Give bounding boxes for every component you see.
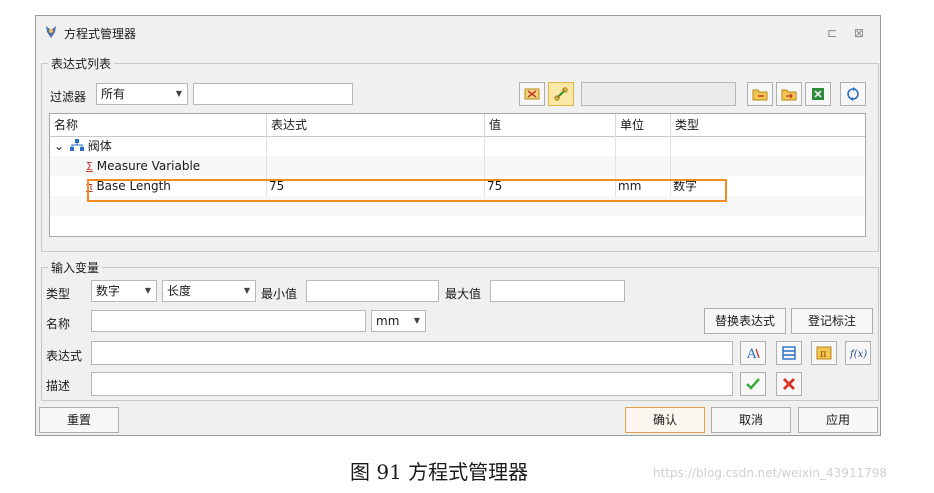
import-folder-icon[interactable]	[747, 82, 773, 106]
expression-table: 名称 表达式 值 单位 类型 ⌄ 阀体 Σ Measure Variable π…	[49, 113, 866, 237]
column-unit[interactable]: 单位	[616, 114, 671, 136]
filter-value: 所有	[101, 87, 126, 101]
svg-text:A: A	[746, 347, 757, 361]
description-input[interactable]	[91, 372, 733, 396]
replace-expression-button[interactable]: 替换表达式	[704, 308, 786, 334]
watermark: https://blog.csdn.net/weixin_43911798	[653, 466, 888, 480]
app-logo-icon	[46, 26, 56, 38]
dimension-dropdown[interactable]: 长度 ▼	[162, 280, 256, 302]
close-icon[interactable]: ⊠	[851, 25, 867, 41]
filter-dropdown[interactable]: 所有 ▼	[96, 83, 188, 105]
row-name-cell: Σ Measure Variable	[50, 156, 267, 176]
name-input[interactable]	[91, 310, 366, 332]
tree-parent-label: 阀体	[87, 139, 112, 153]
register-annotation-button[interactable]: 登记标注	[791, 308, 873, 334]
apply-button[interactable]: 应用	[798, 407, 878, 433]
expression-label: 表达式	[46, 349, 83, 363]
reset-button[interactable]: 重置	[39, 407, 119, 433]
window-title: 方程式管理器	[64, 27, 137, 41]
unit-dropdown[interactable]: mm ▼	[371, 310, 426, 332]
min-label: 最小值	[261, 287, 298, 301]
chevron-down-icon: ▼	[413, 316, 420, 325]
row-value	[485, 156, 616, 176]
name-label: 名称	[46, 317, 71, 331]
column-expression[interactable]: 表达式	[267, 114, 485, 136]
column-type[interactable]: 类型	[671, 114, 865, 136]
excel-icon[interactable]	[805, 82, 831, 106]
pi-constant-icon[interactable]: π	[811, 341, 837, 365]
refresh-icon[interactable]	[840, 82, 866, 106]
tree-parent-cell: ⌄ 阀体	[50, 136, 267, 156]
unit-value: mm	[376, 314, 400, 328]
column-value[interactable]: 值	[485, 114, 616, 136]
max-label: 最大值	[445, 287, 482, 301]
check-icon[interactable]	[740, 372, 766, 396]
input-variable-label: 输入变量	[48, 259, 103, 276]
filter-expression-icon[interactable]	[519, 82, 545, 106]
pin-icon[interactable]: ⊏	[824, 25, 840, 41]
min-value-input[interactable]	[306, 280, 439, 302]
table-icon[interactable]	[776, 341, 802, 365]
type-value: 数字	[96, 284, 121, 298]
selection-highlight	[87, 179, 727, 202]
ok-button[interactable]: 确认	[625, 407, 705, 433]
sigma-icon: Σ	[86, 160, 93, 173]
cancel-button[interactable]: 取消	[711, 407, 791, 433]
equation-manager-dialog: 方程式管理器 ⊏ ⊠ 表达式列表 过滤器 所有 ▼ 名称 表达式 值 单位 类型	[35, 15, 881, 436]
table-header: 名称 表达式 值 单位 类型	[50, 114, 865, 137]
filter-text-input[interactable]	[193, 83, 353, 105]
export-folder-icon[interactable]	[776, 82, 802, 106]
title-bar: 方程式管理器 ⊏ ⊠	[36, 16, 880, 50]
svg-text:π: π	[820, 349, 827, 360]
chevron-down-icon: ▼	[144, 286, 151, 295]
text-format-icon[interactable]: A	[740, 341, 766, 365]
chevron-down-icon: ▼	[175, 89, 182, 98]
type-label: 类型	[46, 287, 71, 301]
search-input[interactable]	[581, 82, 736, 106]
figure-caption: 图 91 方程式管理器	[350, 460, 529, 484]
dimension-value: 长度	[167, 284, 192, 298]
link-icon[interactable]	[548, 82, 574, 106]
type-dropdown[interactable]: 数字 ▼	[91, 280, 157, 302]
row-expression	[267, 156, 485, 176]
max-value-input[interactable]	[490, 280, 625, 302]
cross-icon[interactable]	[776, 372, 802, 396]
column-name[interactable]: 名称	[50, 114, 267, 136]
expression-list-label: 表达式列表	[48, 55, 115, 72]
function-icon[interactable]: f(x)	[845, 341, 871, 365]
row-type	[671, 156, 865, 176]
row-unit	[616, 156, 671, 176]
row-name: Measure Variable	[96, 159, 201, 173]
assembly-icon	[69, 139, 84, 151]
description-label: 描述	[46, 379, 71, 393]
table-row[interactable]: Σ Measure Variable	[50, 156, 865, 176]
chevron-down-icon: ▼	[243, 286, 250, 295]
expression-input[interactable]	[91, 341, 733, 365]
filter-label: 过滤器	[50, 90, 87, 104]
svg-text:f(x): f(x)	[849, 349, 867, 360]
chevron-down-icon[interactable]: ⌄	[54, 139, 64, 153]
tree-parent-row[interactable]: ⌄ 阀体	[50, 136, 865, 156]
